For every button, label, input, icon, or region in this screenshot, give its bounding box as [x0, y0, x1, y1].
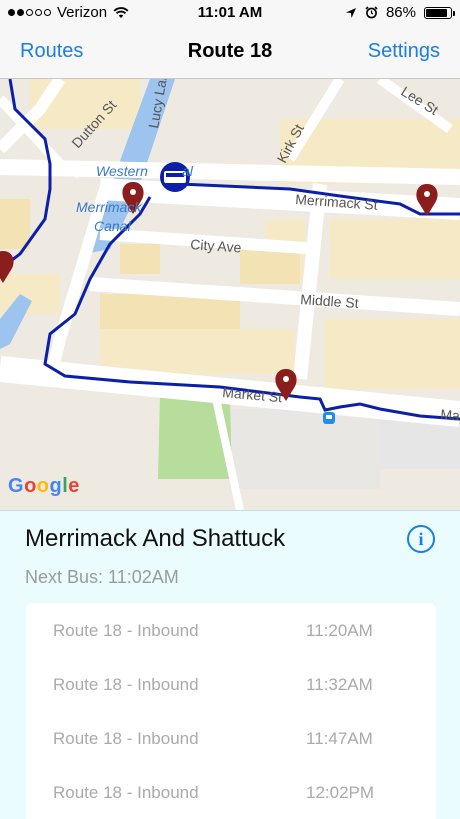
arrival-time: 11:47AM: [306, 729, 373, 748]
route-label: Route 18 - Inbound: [53, 675, 199, 694]
schedule-list[interactable]: Route 18 - Inbound 11:20AM Route 18 - In…: [26, 603, 436, 819]
status-right: 86%: [345, 4, 455, 21]
stop-name: Merrimack And Shattuck: [25, 525, 286, 552]
svg-text:Western: Western: [96, 163, 148, 179]
svg-text:al: al: [182, 163, 194, 179]
settings-button[interactable]: Settings: [368, 40, 440, 63]
alarm-icon: [365, 6, 378, 19]
schedule-row[interactable]: Route 18 - Inbound 11:47AM: [26, 711, 436, 765]
arrival-time: 12:02PM: [306, 783, 375, 802]
schedule-row[interactable]: Route 18 - Inbound 11:32AM: [26, 657, 436, 711]
next-bus-time: Next Bus: 11:02AM: [25, 567, 179, 587]
schedule-row[interactable]: Route 18 - Inbound 11:20AM: [26, 603, 436, 657]
route-map[interactable]: Dutton St Lucy Larcom Park Kirk St Lee S…: [0, 79, 460, 510]
arrival-time: 11:32AM: [306, 675, 373, 694]
arrival-time: 11:20AM: [306, 621, 373, 640]
map-canvas: Dutton St Lucy Larcom Park Kirk St Lee S…: [0, 79, 460, 510]
route-label: Route 18 - Inbound: [53, 783, 199, 802]
svg-text:Ma: Ma: [440, 406, 460, 424]
navigation-bar: Routes Route 18 Settings: [0, 26, 460, 79]
route-label: Route 18 - Inbound: [53, 729, 199, 748]
google-attribution: Google: [8, 475, 80, 497]
status-bar: Verizon 11:01 AM 86%: [0, 0, 460, 26]
svg-text:Merrimack: Merrimack: [76, 199, 142, 215]
svg-text:Canal: Canal: [94, 218, 131, 234]
info-icon[interactable]: i: [407, 525, 435, 553]
stop-detail-panel: Merrimack And Shattuck i Next Bus: 11:02…: [0, 510, 460, 819]
battery-icon: [424, 6, 455, 19]
location-arrow-icon: [345, 7, 356, 18]
battery-percent: 86%: [385, 4, 416, 21]
schedule-row[interactable]: Route 18 - Inbound 12:02PM: [26, 765, 436, 819]
route-label: Route 18 - Inbound: [53, 621, 199, 640]
